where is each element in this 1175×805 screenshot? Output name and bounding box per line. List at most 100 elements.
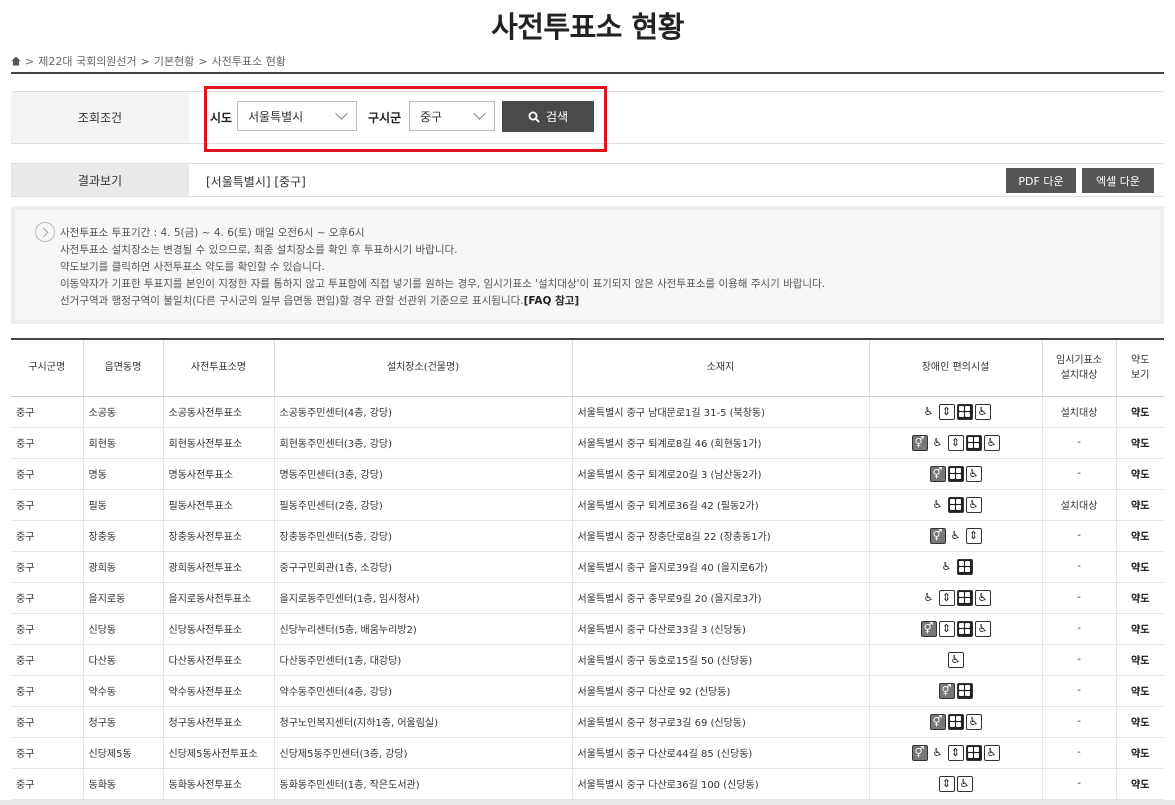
braille-block-icon [965, 744, 982, 761]
restroom-icon: ⚥ [911, 434, 928, 451]
map-link[interactable]: 약도 [1116, 458, 1164, 490]
map-link[interactable]: 약도 [1116, 675, 1164, 707]
restroom-icon: ⚥ [929, 527, 946, 544]
cell-dong: 다산동 [83, 644, 164, 676]
map-link[interactable]: 약도 [1116, 768, 1164, 800]
sigungu-select[interactable]: 중구 [409, 101, 495, 131]
braille-block-icon [956, 558, 973, 575]
wheelchair-icon: ♿ [920, 403, 937, 420]
wheelchair-icon: ♿ [920, 589, 937, 606]
notice-box: 사전투표소 투표기간 : 4. 5(금) ~ 4. 6(토) 매일 오전6시 ~… [11, 206, 1164, 324]
cell-facilities: ⚥ [869, 675, 1043, 707]
table-row: 중구 을지로동 을지로동사전투표소 을지로동주민센터(1층, 임시청사) 서울특별시 중… [11, 582, 1164, 614]
cell-name: 회현동사전투표소 [163, 427, 275, 459]
ramp-icon: ♿ [965, 465, 982, 482]
cell-addr: 서울특별시 중구 다산로 92 (신당동) [572, 675, 870, 707]
sido-select[interactable]: 서울특별시 [237, 101, 357, 131]
home-icon[interactable] [11, 56, 21, 66]
ramp-icon: ♿ [974, 589, 991, 606]
elevator-icon: ⇕ [965, 527, 982, 544]
search-button-label: 검색 [545, 110, 569, 124]
cell-gu: 중구 [11, 706, 84, 738]
cell-name: 다산동사전투표소 [163, 644, 275, 676]
braille-block-icon [965, 434, 982, 451]
elevator-icon: ⇕ [947, 744, 964, 761]
cell-gu: 중구 [11, 675, 84, 707]
cell-temp-booth: - [1042, 427, 1117, 459]
ramp-icon: ♿ [983, 744, 1000, 761]
page-title: 사전투표소 현황 [491, 10, 684, 44]
wheelchair-icon: ♿ [929, 744, 946, 761]
cell-temp-booth: - [1042, 458, 1117, 490]
cell-place: 청구노인복지센터(지하1층, 어울림실) [274, 706, 573, 738]
breadcrumb-item[interactable]: 제22대 국회의원선거 [38, 53, 136, 69]
cell-addr: 서울특별시 중구 동호로15길 50 (신당동) [572, 644, 870, 676]
faq-link[interactable]: [FAQ 참고] [524, 295, 580, 307]
pdf-download-button[interactable]: PDF 다운 [1006, 168, 1076, 193]
wheelchair-icon: ♿ [929, 434, 946, 451]
cell-name: 소공동사전투표소 [163, 396, 275, 428]
result-label: 결과보기 [11, 164, 189, 196]
map-link[interactable]: 약도 [1116, 706, 1164, 738]
map-link[interactable]: 약도 [1116, 613, 1164, 645]
cell-addr: 서울특별시 중구 청구로3길 69 (신당동) [572, 706, 870, 738]
cell-place: 소공동주민센터(4층, 강당) [274, 396, 573, 428]
braille-block-icon [956, 682, 973, 699]
cell-temp-booth: 설치대상 [1042, 396, 1117, 428]
map-link[interactable]: 약도 [1116, 582, 1164, 614]
cell-place: 신당누리센터(5층, 배움누리방2) [274, 613, 573, 645]
cell-name: 을지로동사전투표소 [163, 582, 275, 614]
polling-station-table: 구시군명 읍면동명 사전투표소명 설치장소(건물명) 소재지 장애인 편의시설 임시기표소 설… [11, 338, 1164, 800]
table-row: 중구 필동 필동사전투표소 필동주민센터(2층, 강당) 서울특별시 중구 퇴계로36길… [11, 489, 1164, 521]
cell-name: 동화동사전투표소 [163, 768, 275, 800]
ramp-icon: ♿ [974, 620, 991, 637]
map-link[interactable]: 약도 [1116, 396, 1164, 428]
map-link[interactable]: 약도 [1116, 551, 1164, 583]
search-icon [528, 111, 540, 123]
cell-temp-booth: - [1042, 768, 1117, 800]
cell-addr: 서울특별시 중구 퇴계로20길 3 (남산동2가) [572, 458, 870, 490]
cell-addr: 서울특별시 중구 남대문로1길 31-5 (북창동) [572, 396, 870, 428]
map-link[interactable]: 약도 [1116, 644, 1164, 676]
braille-block-icon [947, 496, 964, 513]
search-button[interactable]: 검색 [502, 101, 594, 132]
result-value: [서울특별시] [중구] [206, 175, 306, 189]
map-link[interactable]: 약도 [1116, 520, 1164, 552]
cell-dong: 광희동 [83, 551, 164, 583]
cell-place: 다산동주민센터(1층, 대강당) [274, 644, 573, 676]
cell-dong: 소공동 [83, 396, 164, 428]
cell-addr: 서울특별시 중구 다산로44길 85 (신당동) [572, 737, 870, 769]
cell-gu: 중구 [11, 768, 84, 800]
breadcrumb-item[interactable]: 기본현황 [154, 53, 194, 69]
cell-place: 장충동주민센터(5층, 강당) [274, 520, 573, 552]
cell-temp-booth: - [1042, 706, 1117, 738]
table-row: 중구 회현동 회현동사전투표소 회현동주민센터(3층, 강당) 서울특별시 중구 퇴계로… [11, 427, 1164, 459]
notice-line: 이동약자가 기표한 투표지를 본인이 지정한 자를 통하지 않고 투표함에 직접… [60, 278, 826, 290]
cell-place: 중구구민회관(1층, 소강당) [274, 551, 573, 583]
restroom-icon: ⚥ [938, 682, 955, 699]
cell-dong: 약수동 [83, 675, 164, 707]
map-link[interactable]: 약도 [1116, 427, 1164, 459]
braille-block-icon [956, 589, 973, 606]
table-row: 중구 다산동 다산동사전투표소 다산동주민센터(1층, 대강당) 서울특별시 중구 동호… [11, 644, 1164, 676]
excel-download-button[interactable]: 엑셀 다운 [1082, 168, 1154, 193]
cell-name: 신당동사전투표소 [163, 613, 275, 645]
cell-name: 신당제5동사전투표소 [163, 737, 275, 769]
cell-facilities: ⇕ ♿ [869, 768, 1043, 800]
cell-gu: 중구 [11, 613, 84, 645]
restroom-icon: ⚥ [929, 465, 946, 482]
table-row: 중구 장충동 장충동사전투표소 장충동주민센터(5층, 강당) 서울특별시 중구 장충단… [11, 520, 1164, 552]
cell-facilities: ⚥ ♿ ⇕ [869, 520, 1043, 552]
table-row: 중구 약수동 약수동사전투표소 약수동주민센터(4층, 강당) 서울특별시 중구 다산로… [11, 675, 1164, 707]
notice-line: 사전투표소 설치장소는 변경될 수 있으므로, 최종 설치장소를 확인 후 투표… [60, 244, 458, 256]
cell-addr: 서울특별시 중구 퇴계로8길 46 (회현동1가) [572, 427, 870, 459]
cell-facilities: ⚥ ♿ [869, 458, 1043, 490]
cell-facilities: ♿ [869, 551, 1043, 583]
map-link[interactable]: 약도 [1116, 489, 1164, 521]
cell-dong: 신당동 [83, 613, 164, 645]
breadcrumb-item[interactable]: 사전투표소 현황 [212, 53, 286, 69]
cell-facilities: ♿ ⇕ ♿ [869, 396, 1043, 428]
map-link[interactable]: 약도 [1116, 737, 1164, 769]
table-row: 중구 신당제5동 신당제5동사전투표소 신당제5동주민센터(3층, 강당) 서울특별시 … [11, 737, 1164, 769]
cell-dong: 청구동 [83, 706, 164, 738]
